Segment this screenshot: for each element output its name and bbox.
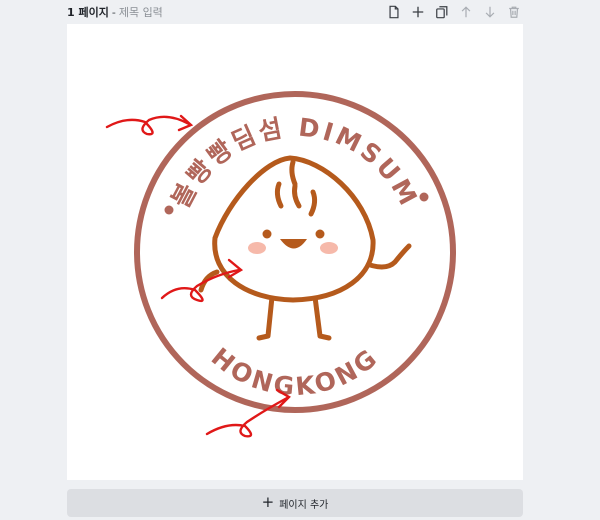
eye-right xyxy=(315,229,325,239)
duplicate-icon[interactable] xyxy=(433,3,451,21)
dimsum-logo[interactable]: 볼빵빵딤섬 DIMSUM HONGKONG xyxy=(67,24,523,480)
eye-left xyxy=(262,229,272,239)
design-canvas[interactable]: 볼빵빵딤섬 DIMSUM HONGKONG xyxy=(67,24,523,480)
trash-icon[interactable] xyxy=(505,3,523,21)
add-page-button[interactable]: + 페이지 추가 xyxy=(67,489,523,517)
arrow-up-icon[interactable] xyxy=(457,3,475,21)
dumpling-character xyxy=(198,155,412,341)
page-title-input[interactable]: 제목 입력 xyxy=(119,4,163,20)
logo-dot-left xyxy=(164,205,174,215)
page-toolbar xyxy=(385,3,523,21)
logo-bottom-text: HONGKONG xyxy=(206,342,384,401)
logo-dot-right xyxy=(419,192,429,202)
plus-icon[interactable] xyxy=(409,3,427,21)
note-icon[interactable] xyxy=(385,3,403,21)
title-separator: - xyxy=(111,5,116,19)
page-header: 1 페이지 - 제목 입력 xyxy=(67,0,523,24)
add-page-label: 페이지 추가 xyxy=(279,499,329,511)
cheek-left xyxy=(248,242,266,254)
page-number-label: 1 페이지 xyxy=(67,6,109,19)
page-title-group: 1 페이지 - 제목 입력 xyxy=(67,4,163,20)
cheek-right xyxy=(320,242,338,254)
arrow-down-icon[interactable] xyxy=(481,3,499,21)
plus-icon: + xyxy=(261,493,275,511)
